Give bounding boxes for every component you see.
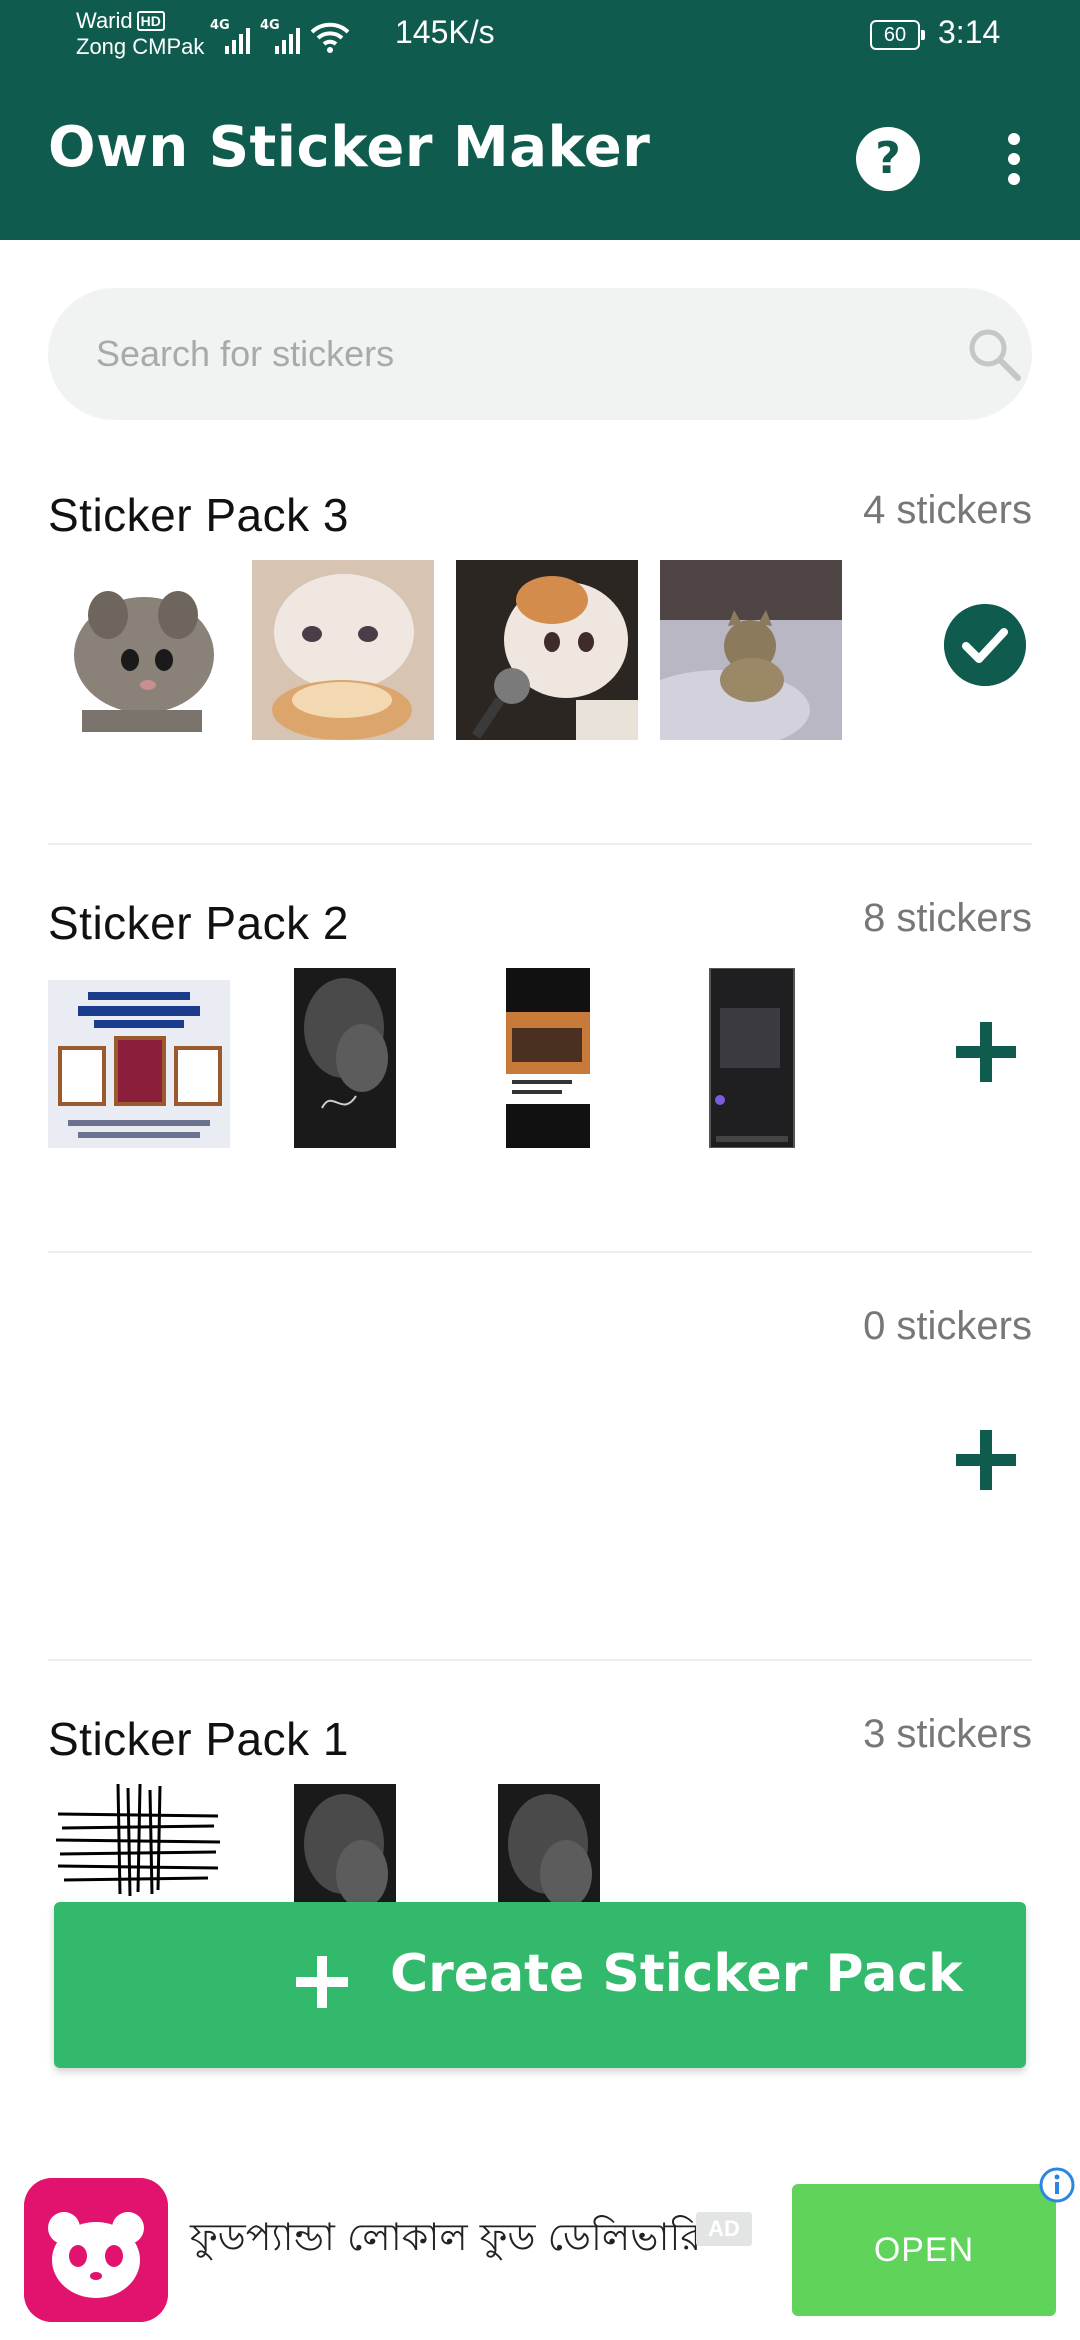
ad-badge: AD: [696, 2212, 752, 2246]
ad-text: ফুডপ্যান্ডা লোকাল ফুড ডেলিভারি: [190, 2215, 702, 2259]
foodpanda-logo-icon[interactable]: [24, 2178, 168, 2322]
app-title: Own Sticker Maker: [48, 115, 651, 180]
help-icon[interactable]: ?: [856, 127, 920, 191]
create-sticker-pack-button[interactable]: Create Sticker Pack: [54, 1902, 1026, 2068]
scribble-sticker: [55, 1784, 221, 1897]
wifi-icon: [310, 22, 350, 53]
hd-badge: HD: [136, 11, 165, 31]
app-bar: Own Sticker Maker ?: [0, 75, 1080, 240]
plus-icon: [296, 1956, 348, 2008]
plus-icon[interactable]: [950, 1016, 1022, 1088]
divider: [48, 843, 1032, 845]
dark-smoke-sticker: [294, 1784, 396, 1902]
bank-awards-sticker: [48, 968, 230, 1148]
kitten-sticker: [74, 591, 214, 732]
cat-on-bed-sticker: [660, 560, 842, 740]
search-bar[interactable]: [48, 288, 1032, 420]
crying-cat-microphone-sticker: [456, 560, 638, 740]
pack-title: Sticker Pack 3: [48, 489, 349, 541]
ad-banner[interactable]: ফুডপ্যান্ডা লোকাল ফুড ডেলিভারি AD OPEN: [0, 2160, 1080, 2340]
status-bar: Warid HD Zong CMPak 4G 4G 145K/s 60 3:14: [0, 0, 1080, 75]
dark-smoke-sticker: [498, 1784, 600, 1902]
ad-open-button[interactable]: OPEN: [792, 2184, 1056, 2316]
sticker-pack-card[interactable]: 0 stickers: [48, 1304, 1032, 1584]
battery-icon: 60: [870, 20, 925, 50]
carrier-info: Warid HD Zong CMPak: [76, 8, 204, 60]
plus-icon[interactable]: [950, 1424, 1022, 1496]
carrier-1: Warid: [76, 8, 133, 33]
sticker-pack-card[interactable]: Sticker Pack 3 4 stickers: [48, 488, 1032, 768]
net-speed: 145K/s: [395, 14, 495, 50]
clock: 3:14: [938, 14, 1001, 50]
signal-icon-2: 4G: [260, 18, 300, 54]
info-icon[interactable]: [1038, 2166, 1076, 2204]
dark-smoke-sticker: [294, 968, 396, 1148]
crying-cat-bread-sticker: [252, 560, 434, 740]
sticker-pack-card[interactable]: Sticker Pack 1 3 stickers: [48, 1712, 1032, 1902]
pack-title: Sticker Pack 2: [48, 897, 349, 949]
create-button-label: Create Sticker Pack: [390, 1944, 963, 2004]
carrier-2: Zong CMPak: [76, 34, 205, 59]
search-input[interactable]: [96, 324, 916, 384]
pack-title: Sticker Pack 1: [48, 1713, 349, 1765]
divider: [48, 1251, 1032, 1253]
search-icon[interactable]: [964, 324, 1024, 384]
pack-count: 3 stickers: [863, 1712, 1032, 1756]
more-vertical-icon[interactable]: [996, 127, 1032, 191]
check-circle-icon[interactable]: [944, 604, 1026, 686]
chat-screenshot-sticker: [709, 968, 795, 1148]
pack-count: 0 stickers: [863, 1304, 1032, 1348]
divider: [48, 1659, 1032, 1661]
instagram-screenshot-sticker: [506, 968, 590, 1148]
signal-icon-1: 4G: [210, 18, 250, 54]
pack-count: 8 stickers: [863, 896, 1032, 940]
sticker-pack-card[interactable]: Sticker Pack 2 8 stickers: [48, 896, 1032, 1176]
signal-indicators: 4G 4G: [210, 14, 350, 54]
pack-count: 4 stickers: [863, 488, 1032, 532]
